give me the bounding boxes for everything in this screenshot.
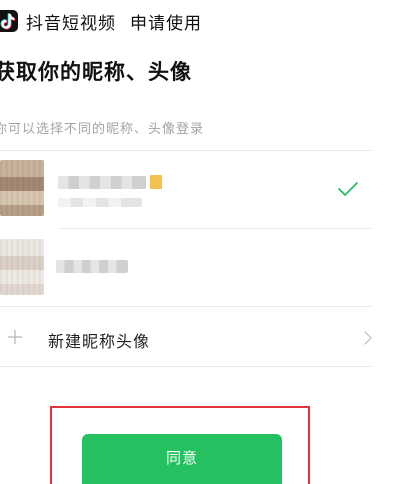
avatar [0,160,44,216]
plus-icon [8,330,22,344]
app-header: 抖音短视频 申请使用 [0,6,202,36]
agree-button[interactable]: 同意 [82,434,282,484]
divider [0,306,372,307]
profile-option-1[interactable] [0,151,372,225]
page-title: 获取你的昵称、头像 [0,60,192,84]
authorization-page: 抖音短视频 申请使用 获取你的昵称、头像 你可以选择不同的昵称、头像登录 新建昵… [0,0,400,484]
request-text: 申请使用 [130,13,202,34]
page-subtitle: 你可以选择不同的昵称、头像登录 [0,122,205,137]
nickname-blurred [56,260,128,273]
badge-icon [150,175,162,189]
divider [0,366,372,367]
avatar [0,239,44,295]
account-info-blurred [58,198,142,207]
app-name: 抖音短视频 [26,13,116,34]
new-nickname-avatar-label: 新建昵称头像 [48,332,151,351]
check-icon [338,182,358,196]
chevron-right-icon [364,331,372,345]
new-nickname-avatar-option[interactable]: 新建昵称头像 [0,314,372,364]
nickname-blurred [58,176,146,189]
profile-option-2[interactable] [0,229,372,303]
douyin-logo-icon [0,10,18,32]
